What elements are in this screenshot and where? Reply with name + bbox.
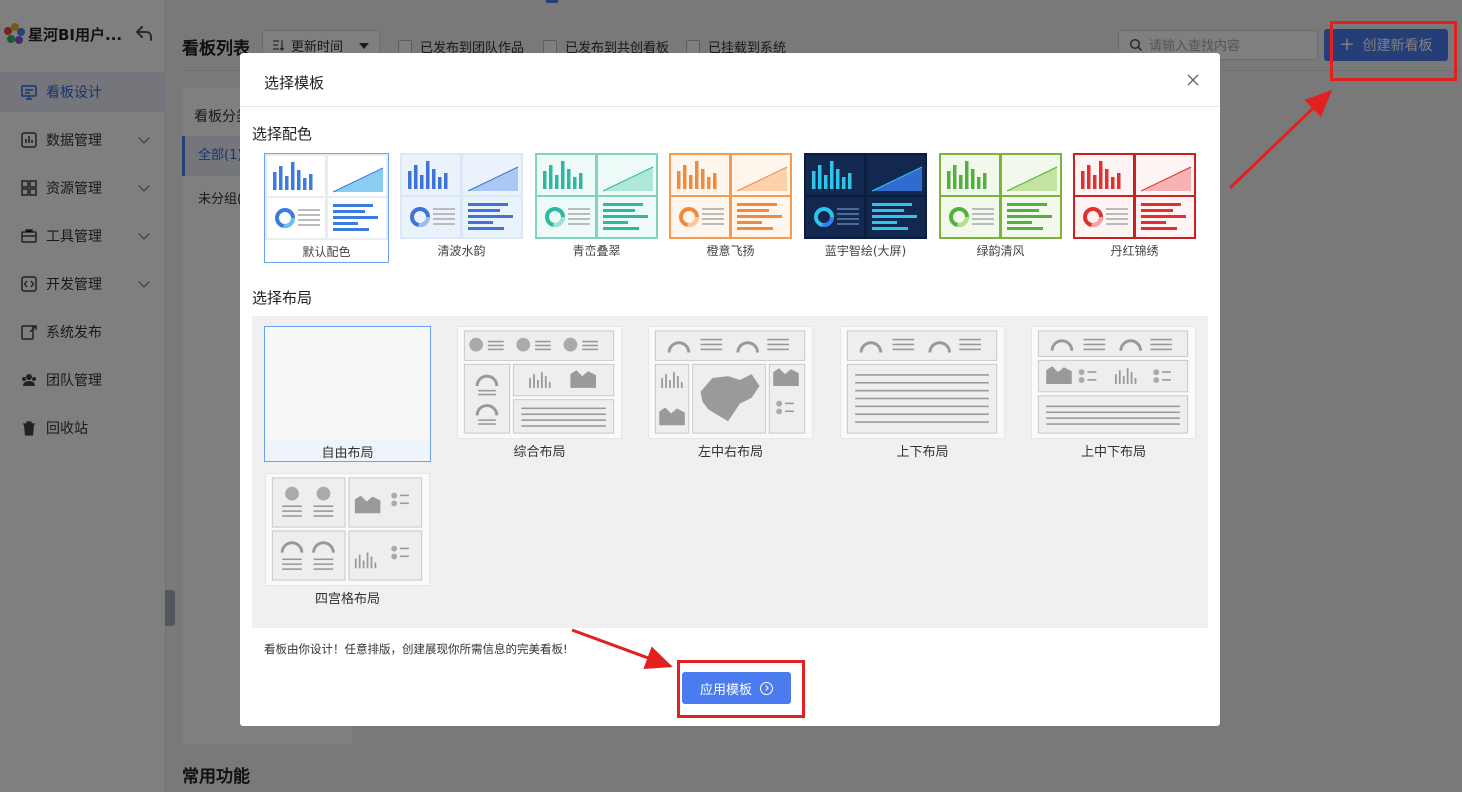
color-scheme-label: 清波水韵	[437, 244, 486, 258]
dialog-divider	[240, 106, 1220, 107]
template-dialog: 选择模板 选择配色 默认配色 清波水韵 青峦叠翠 橙意飞扬 蓝宇智绘(大屏) 绿韵清风 丹红…	[240, 53, 1220, 726]
color-scheme-preview	[535, 153, 658, 239]
layout-label: 自由布局	[321, 446, 374, 461]
layout-preview	[840, 326, 1005, 439]
close-icon[interactable]	[1186, 73, 1200, 87]
layout-card[interactable]: 上下布局	[839, 326, 1006, 462]
app-root: 星河BI用户... 看板设计数据管理资源管理工具管理开发管理系统发布团队管理回收…	[0, 0, 1462, 792]
dialog-description: 看板由你设计！任意排版，创建展现你所需信息的完美看板!	[264, 642, 568, 656]
layout-label: 综合布局	[513, 445, 566, 460]
layout-preview	[457, 326, 622, 439]
layout-preview	[648, 326, 813, 439]
highlight-apply-button	[677, 660, 805, 718]
layout-list: 自由布局 综合布局 左中右布局 上下布局 上中下布局四宫格布局	[252, 316, 1208, 628]
color-scheme-card[interactable]: 默认配色	[264, 153, 389, 263]
color-scheme-label: 丹红锦绣	[1110, 244, 1159, 258]
layout-preview	[265, 327, 430, 440]
color-section-title: 选择配色	[252, 125, 313, 143]
color-scheme-label: 绿韵清风	[976, 244, 1025, 258]
color-scheme-card[interactable]: 青峦叠翠	[534, 153, 659, 263]
color-scheme-card[interactable]: 蓝宇智绘(大屏)	[803, 153, 928, 263]
color-scheme-card[interactable]: 清波水韵	[399, 153, 524, 263]
color-scheme-preview	[400, 153, 523, 239]
color-scheme-card[interactable]: 丹红锦绣	[1072, 153, 1197, 263]
layout-card[interactable]: 综合布局	[456, 326, 623, 462]
color-scheme-preview	[265, 154, 388, 240]
color-scheme-label: 橙意飞扬	[706, 244, 755, 258]
color-scheme-card[interactable]: 橙意飞扬	[668, 153, 793, 263]
layout-preview	[1031, 326, 1196, 439]
color-scheme-label: 蓝宇智绘(大屏)	[824, 244, 907, 258]
layout-label: 上下布局	[896, 445, 949, 460]
layout-label: 上中下布局	[1080, 445, 1146, 460]
layout-label: 四宫格布局	[314, 592, 380, 607]
layout-card[interactable]: 自由布局	[264, 326, 431, 462]
layout-card[interactable]: 左中右布局	[647, 326, 814, 462]
layout-preview	[265, 473, 430, 586]
color-scheme-preview	[804, 153, 927, 239]
color-scheme-label: 默认配色	[302, 245, 351, 259]
color-scheme-label: 青峦叠翠	[572, 244, 621, 258]
color-scheme-preview	[939, 153, 1062, 239]
layout-card[interactable]: 上中下布局	[1030, 326, 1197, 462]
layout-section-title: 选择布局	[252, 289, 313, 307]
color-scheme-preview	[1073, 153, 1196, 239]
color-scheme-preview	[669, 153, 792, 239]
highlight-create-button	[1330, 21, 1457, 81]
dialog-title: 选择模板	[264, 74, 325, 92]
color-scheme-list: 默认配色 清波水韵 青峦叠翠 橙意飞扬 蓝宇智绘(大屏) 绿韵清风 丹红锦绣	[264, 153, 1204, 263]
layout-label: 左中右布局	[697, 445, 763, 460]
color-scheme-card[interactable]: 绿韵清风	[938, 153, 1063, 263]
layout-card[interactable]: 四宫格布局	[264, 473, 431, 609]
